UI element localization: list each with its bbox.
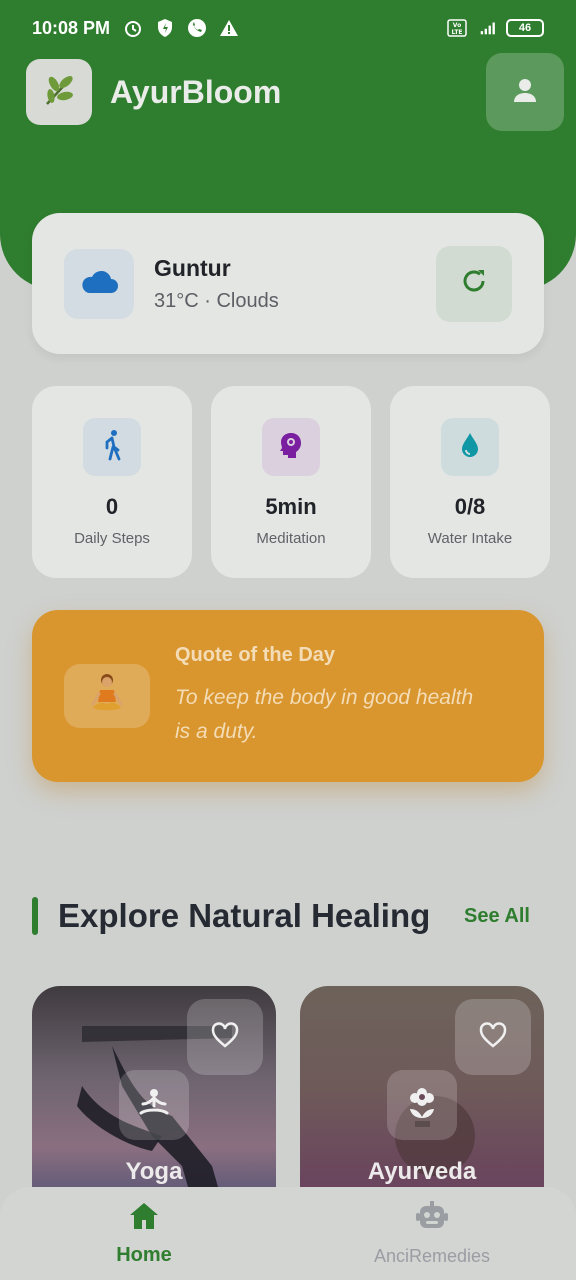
refresh-weather-button[interactable] [436,245,512,322]
stat-icon-box [262,418,320,476]
weather-card: Guntur 31°C · Clouds [32,213,544,354]
card-icon-box [119,1070,189,1140]
person-icon [510,75,540,110]
section-accent-bar [32,897,38,935]
section-title: Explore Natural Healing [58,897,431,934]
stat-value: 0/8 [454,494,486,519]
warning-icon [218,17,240,39]
battery-indicator: 46 [506,19,544,37]
status-bar: 10:08 PM Vo LTE 46 [0,0,576,56]
heart-outline-icon [211,1021,239,1053]
stat-value: 0 [105,494,119,519]
phone-wifi-icon [186,17,208,39]
card-label: Ayurveda [367,1158,477,1185]
nav-item-anciremedies[interactable]: AnciRemedies [332,1201,532,1267]
stat-value: 5min [265,494,317,519]
quote-card: Quote of the Day To keep the body in goo… [32,610,544,782]
stat-card-water[interactable]: 0/8 Water Intake [390,386,550,578]
stat-label: Meditation [256,530,326,547]
quote-title: Quote of the Day [175,643,336,666]
nav-label: AnciRemedies [373,1246,491,1266]
volte-icon: Vo LTE [446,17,468,39]
explore-card-yoga[interactable]: Yoga [32,986,276,1216]
shield-icon [154,17,176,39]
quote-icon-box [64,664,150,728]
heart-outline-icon [479,1021,507,1053]
card-icon-box [387,1070,457,1140]
stat-label: Daily Steps [74,530,150,547]
svg-text:LTE: LTE [451,29,462,36]
nav-item-home[interactable]: Home [44,1201,244,1267]
app-title: AyurBloom [110,73,282,110]
card-label: Yoga [125,1158,183,1185]
signal-4g-icon [476,17,498,39]
stat-label: Water Intake [427,530,513,547]
water-drop-icon [459,431,481,464]
favorite-button[interactable] [187,999,263,1075]
leaf-icon [39,70,79,115]
meditating-person-icon [87,672,127,721]
stat-icon-box [441,418,499,476]
yoga-pose-icon [137,1088,171,1123]
app-header: AyurBloom [26,53,564,131]
refresh-icon [459,266,489,301]
explore-section-header: Explore Natural Healing See All [32,896,544,936]
weather-icon-box [64,248,134,319]
bottom-navigation: Home AnciRemedies [0,1187,576,1280]
nav-label: Home [116,1244,172,1266]
app-logo [26,59,92,125]
brain-icon [278,431,304,464]
weather-city: Guntur [154,254,231,281]
status-icons-right: Vo LTE 46 [446,17,544,39]
status-time: 10:08 PM [32,17,111,38]
stat-card-meditation[interactable]: 5min Meditation [211,386,371,578]
quote-body: To keep the body in good health is a dut… [175,685,474,743]
stats-row: 0 Daily Steps 5min Meditation 0/8 Water … [32,386,576,578]
favorite-button[interactable] [455,999,531,1075]
explore-card-ayurveda[interactable]: Ayurveda [300,986,544,1216]
home-icon [128,1201,160,1236]
profile-button[interactable] [486,53,564,131]
see-all-link[interactable]: See All [464,905,530,928]
stat-icon-box [83,418,141,476]
alarm-icon [122,17,144,39]
status-icons-left [122,17,240,39]
weather-description: 31°C · Clouds [154,289,279,312]
cloud-icon [79,267,119,300]
svg-text:Vo: Vo [453,22,461,29]
flower-icon [407,1087,437,1124]
walking-icon [100,429,124,466]
stat-card-steps[interactable]: 0 Daily Steps [32,386,192,578]
robot-icon [414,1201,450,1236]
